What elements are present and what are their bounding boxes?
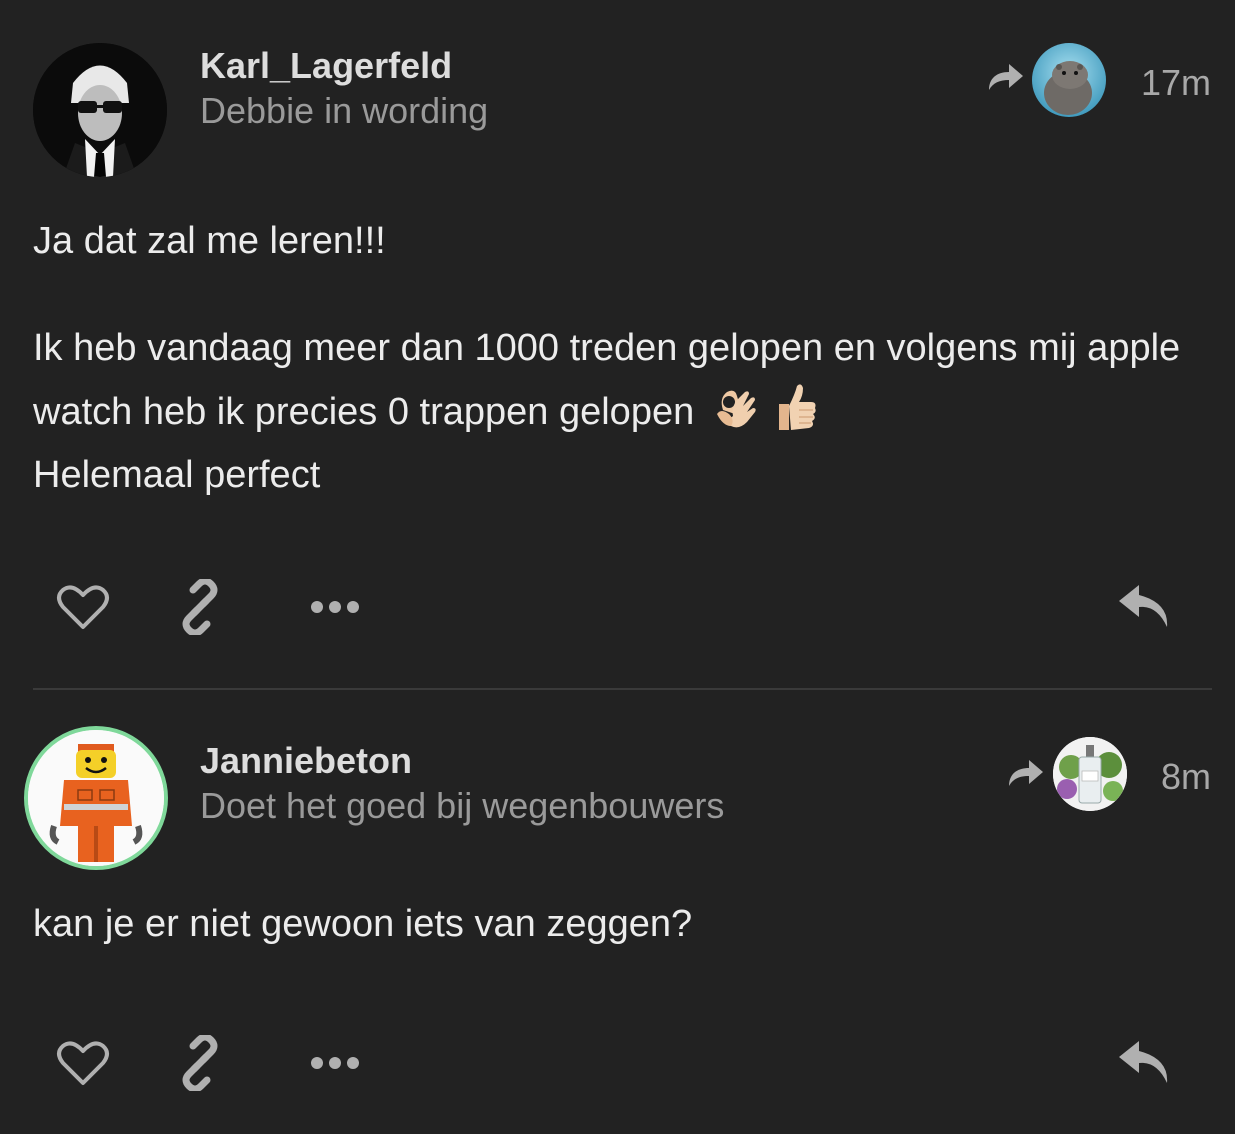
- post: Janniebeton Doet het goed bij wegenbouwe…: [0, 690, 1235, 1134]
- link-icon: [182, 1035, 218, 1091]
- reply-icon: [1119, 585, 1168, 627]
- reply-button[interactable]: [1115, 577, 1175, 637]
- more-options-button[interactable]: [305, 577, 365, 637]
- username[interactable]: Janniebeton: [200, 740, 412, 782]
- reply-icon: [1119, 1041, 1168, 1083]
- copy-link-button[interactable]: [170, 577, 230, 637]
- post-content: Ja dat zal me leren!!! Ik heb vandaag me…: [33, 210, 1205, 507]
- more-options-button[interactable]: [305, 1033, 365, 1093]
- post-paragraph: Ik heb vandaag meer dan 1000 treden gelo…: [33, 317, 1205, 444]
- post-content: kan je er niet gewoon iets van zeggen?: [33, 893, 1205, 956]
- post-paragraph: Helemaal perfect: [33, 454, 321, 496]
- post-text: Ik heb vandaag meer dan 1000 treden gelo…: [33, 327, 1181, 433]
- lego-worker-avatar: [28, 730, 164, 866]
- post-paragraph: Ja dat zal me leren!!!: [33, 220, 386, 262]
- heart-icon: [57, 585, 109, 629]
- post-time[interactable]: 17m: [1141, 62, 1211, 104]
- hippo-avatar: [1032, 43, 1106, 117]
- karl-lagerfeld-avatar: [33, 43, 167, 177]
- user-title: Debbie in wording: [200, 90, 489, 131]
- heart-icon: [57, 1041, 109, 1085]
- gin-bottle-avatar: [1053, 737, 1127, 811]
- thumbs-up-emoji: [767, 380, 821, 434]
- copy-link-button[interactable]: [170, 1033, 230, 1093]
- like-button[interactable]: [53, 577, 113, 637]
- user-avatar[interactable]: [33, 43, 167, 177]
- like-button[interactable]: [53, 1033, 113, 1093]
- post-actions: [0, 577, 1235, 637]
- share-arrow-icon: [1009, 760, 1043, 786]
- post-actions: [0, 1033, 1235, 1093]
- link-icon: [182, 579, 218, 635]
- reply-to-avatar[interactable]: [1053, 737, 1127, 811]
- reply-button[interactable]: [1115, 1033, 1175, 1093]
- reply-to-avatar[interactable]: [1032, 43, 1106, 117]
- share-arrow-icon: [989, 64, 1023, 90]
- post-time[interactable]: 8m: [1161, 756, 1211, 798]
- post: Karl_Lagerfeld Debbie in wording 17m Ja …: [0, 0, 1235, 690]
- ellipsis-icon: [311, 1057, 359, 1069]
- username[interactable]: Karl_Lagerfeld: [200, 45, 452, 87]
- user-avatar[interactable]: [24, 726, 168, 870]
- ok-hand-emoji: [709, 380, 763, 434]
- user-title: Doet het goed bij wegenbouwers: [200, 785, 725, 826]
- post-paragraph: kan je er niet gewoon iets van zeggen?: [33, 903, 693, 945]
- ellipsis-icon: [311, 601, 359, 613]
